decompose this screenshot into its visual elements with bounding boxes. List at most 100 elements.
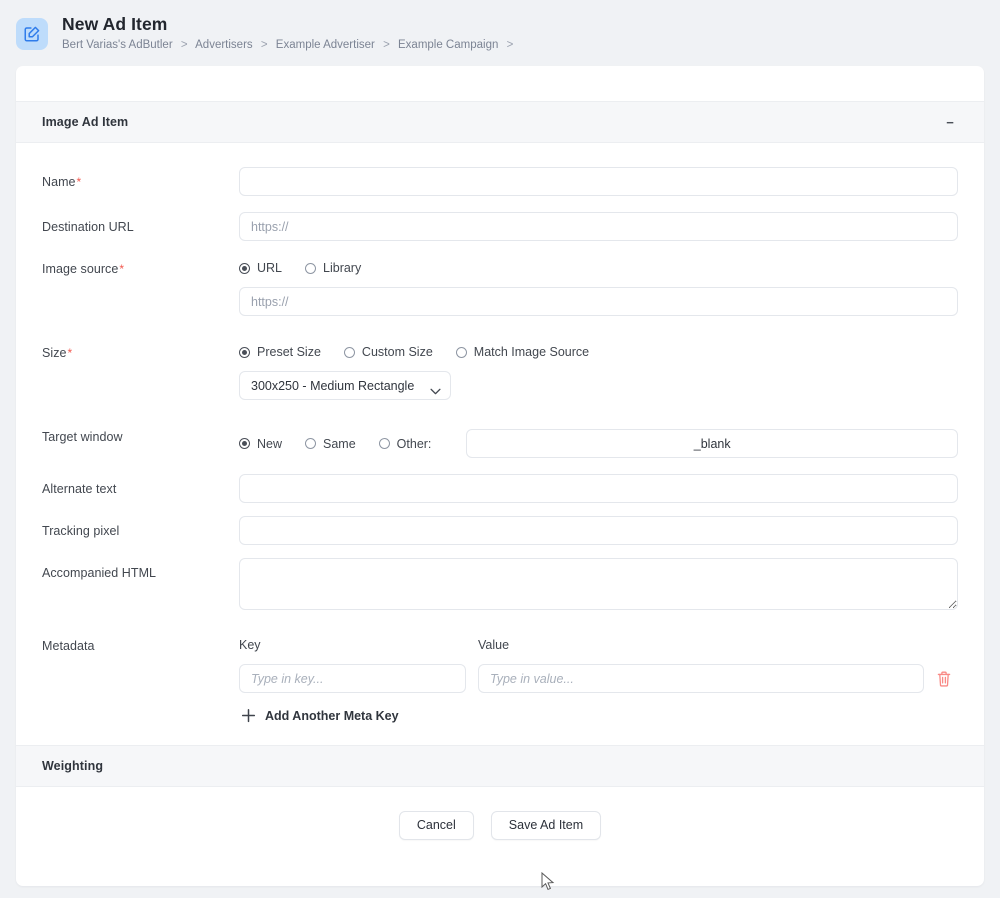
metadata-key-column-header: Key xyxy=(239,638,261,652)
field-row-size: Size* Preset Size Custom Size Match Imag… xyxy=(16,338,984,400)
label-metadata: Metadata xyxy=(42,639,95,653)
breadcrumb-separator: > xyxy=(180,39,188,51)
radio-image-source-library[interactable]: Library xyxy=(305,261,361,275)
metadata-value-column-header: Value xyxy=(478,638,510,652)
radio-indicator xyxy=(239,346,250,358)
metadata-value-wrap xyxy=(478,664,924,693)
breadcrumb: Bert Varias's AdButler > Advertisers > E… xyxy=(62,38,518,52)
field-alternate-text-wrap xyxy=(239,474,958,503)
radio-indicator xyxy=(378,438,390,449)
breadcrumb-item-0[interactable]: Bert Varias's AdButler xyxy=(62,39,173,51)
radio-image-source-url[interactable]: URL xyxy=(239,261,282,275)
field-row-image-source: Image source* URL Library xyxy=(16,254,984,316)
radio-size-custom[interactable]: Custom Size xyxy=(343,345,433,359)
card-footer: Cancel Save Ad Item xyxy=(16,787,984,863)
minus-icon[interactable]: − xyxy=(943,116,957,129)
radio-indicator xyxy=(239,262,250,274)
section-header-weighting[interactable]: Weighting xyxy=(16,745,984,787)
field-size-wrap: Preset Size Custom Size Match Image Sour… xyxy=(239,338,958,400)
save-ad-item-button[interactable]: Save Ad Item xyxy=(490,810,602,840)
radio-target-window-same[interactable]: Same xyxy=(305,437,356,451)
field-row-alternate-text: Alternate text xyxy=(16,474,984,503)
edit-square-icon xyxy=(16,18,48,50)
preset-size-select-wrap: 300x250 - Medium Rectangle xyxy=(239,371,451,400)
header-text-block: New Ad Item Bert Varias's AdButler > Adv… xyxy=(62,14,518,52)
image-source-url-input[interactable] xyxy=(239,287,958,316)
field-row-target-window: Target window New Same Other: _blank xyxy=(16,422,984,458)
name-input[interactable] xyxy=(239,167,958,196)
radio-indicator xyxy=(455,346,467,358)
destination-url-input[interactable] xyxy=(239,212,958,241)
image-source-url-wrap xyxy=(239,287,958,316)
field-destination-url-wrap xyxy=(239,212,958,241)
required-marker: * xyxy=(119,262,125,276)
breadcrumb-separator-trailing: > xyxy=(506,39,514,51)
field-row-tracking-pixel: Tracking pixel xyxy=(16,516,984,545)
breadcrumb-item-3[interactable]: Example Campaign xyxy=(398,39,498,51)
breadcrumb-separator: > xyxy=(383,39,390,51)
metadata-value-input[interactable] xyxy=(478,664,924,693)
radio-label: URL xyxy=(257,261,283,275)
radio-label: Custom Size xyxy=(361,345,433,359)
cancel-button[interactable]: Cancel xyxy=(398,810,474,840)
target-window-radio-group: New Same Other: xyxy=(239,422,958,458)
label-name: Name* xyxy=(42,167,239,189)
section-header-image-ad-item[interactable]: Image Ad Item − xyxy=(16,101,984,143)
section-title-weighting: Weighting xyxy=(42,759,104,773)
radio-size-preset[interactable]: Preset Size xyxy=(239,345,321,359)
radio-size-match-image-source[interactable]: Match Image Source xyxy=(455,345,590,359)
label-size-text: Size xyxy=(42,346,67,360)
field-name-wrap xyxy=(239,167,958,196)
accompanied-html-textarea[interactable] xyxy=(239,558,958,610)
add-another-meta-key-button[interactable]: Add Another Meta Key xyxy=(239,708,399,723)
metadata-key-input[interactable] xyxy=(239,664,466,693)
ad-item-card: Image Ad Item − Name* Destination URL ht… xyxy=(16,66,984,886)
radio-indicator xyxy=(305,262,317,274)
radio-label: Match Image Source xyxy=(473,345,590,359)
trash-icon[interactable] xyxy=(930,671,958,687)
label-image-source: Image source* xyxy=(42,254,239,276)
radio-label: Other: xyxy=(396,436,432,451)
radio-label: Library xyxy=(323,261,362,275)
field-row-metadata: Metadata Key Value Type in key... Type i… xyxy=(16,631,984,723)
size-radio-group: Preset Size Custom Size Match Image Sour… xyxy=(239,338,958,359)
breadcrumb-item-2[interactable]: Example Advertiser xyxy=(276,39,375,51)
field-tracking-pixel-wrap xyxy=(239,516,958,545)
radio-target-window-new[interactable]: New xyxy=(239,437,282,451)
metadata-row xyxy=(239,664,958,693)
tracking-pixel-input[interactable] xyxy=(239,516,958,545)
field-image-source-wrap: URL Library xyxy=(239,254,958,316)
add-another-meta-key-label: Add Another Meta Key xyxy=(265,708,399,723)
label-alternate-text: Alternate text xyxy=(42,482,117,496)
field-row-name: Name* xyxy=(16,167,984,196)
required-marker: * xyxy=(67,346,73,360)
metadata-column-headers: Key Value xyxy=(239,631,958,652)
page-header: New Ad Item Bert Varias's AdButler > Adv… xyxy=(0,0,1000,66)
radio-target-window-other[interactable]: Other: xyxy=(378,436,432,451)
page-title: New Ad Item xyxy=(62,14,168,34)
field-target-window-wrap: New Same Other: xyxy=(239,422,958,458)
label-image-source-text: Image source xyxy=(42,262,119,276)
plus-icon xyxy=(239,708,257,723)
alternate-text-input[interactable] xyxy=(239,474,958,503)
label-accompanied-html: Accompanied HTML xyxy=(42,566,157,580)
radio-label: Preset Size xyxy=(257,345,321,359)
field-row-destination-url: Destination URL xyxy=(16,212,984,241)
preset-size-select[interactable]: 300x250 - Medium Rectangle xyxy=(239,371,451,400)
label-target-window: Target window xyxy=(42,430,123,444)
label-size: Size* xyxy=(42,338,239,360)
field-metadata-wrap: Key Value Type in key... Type in value..… xyxy=(239,631,958,723)
target-window-other-input[interactable] xyxy=(466,429,958,458)
breadcrumb-item-1[interactable]: Advertisers xyxy=(195,39,253,51)
required-marker: * xyxy=(76,175,82,189)
